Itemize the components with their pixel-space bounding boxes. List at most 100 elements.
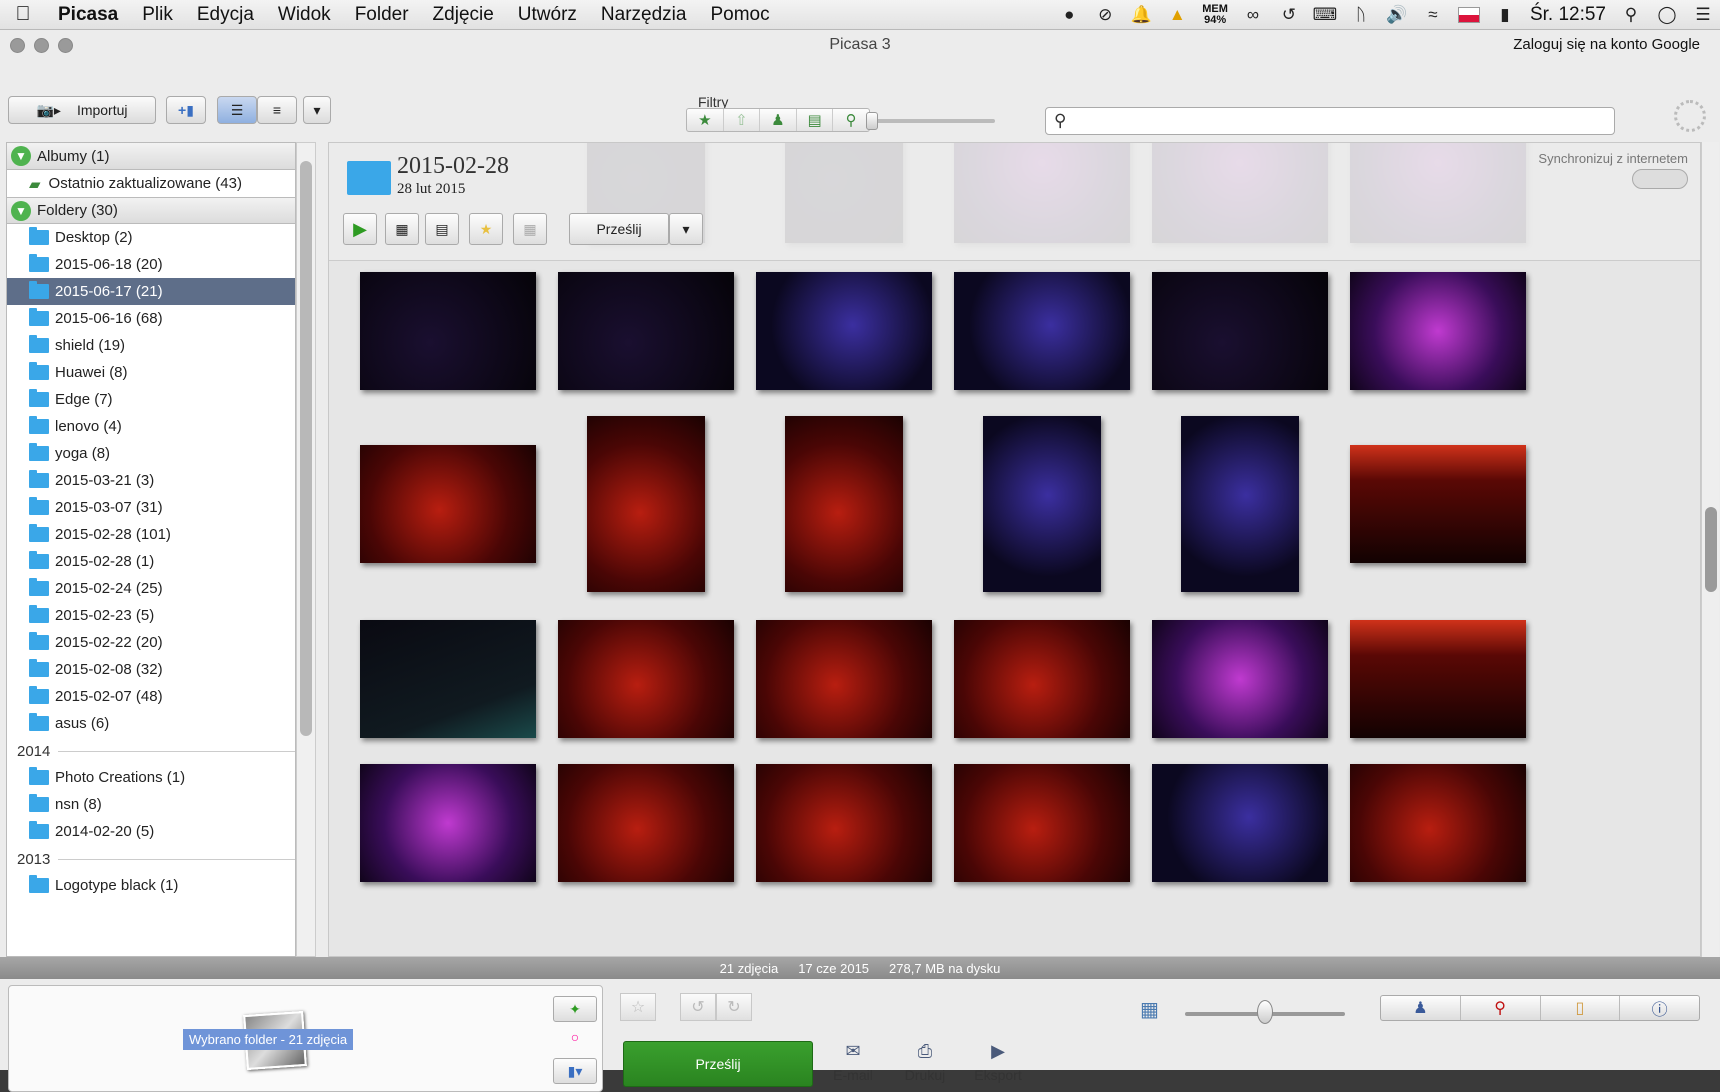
minimize-window-button[interactable]	[34, 38, 49, 53]
photo-thumbnail[interactable]	[954, 620, 1130, 738]
import-button[interactable]: 📷▸ Importuj	[8, 96, 156, 124]
folder-item[interactable]: Logotype black (1)	[7, 872, 295, 899]
email-button[interactable]: ✉ E-mail	[823, 1041, 883, 1089]
photo-thumbnail[interactable]	[1152, 272, 1328, 390]
volume-icon[interactable]: 🔊	[1386, 5, 1408, 25]
collapse-albums-icon[interactable]: ▼	[11, 146, 31, 166]
thumbnail-size-knob[interactable]	[1257, 1000, 1273, 1024]
folder-item[interactable]: 2015-02-24 (25)	[7, 575, 295, 602]
folder-item[interactable]: 2015-02-08 (32)	[7, 656, 295, 683]
folder-item[interactable]: 2015-03-07 (31)	[7, 494, 295, 521]
photo-thumbnail[interactable]	[558, 620, 734, 738]
record-icon[interactable]: ●	[1058, 5, 1080, 25]
menu-pomoc[interactable]: Pomoc	[698, 4, 781, 26]
input-language-flag-icon[interactable]	[1457, 7, 1480, 23]
creative-cloud-icon[interactable]: ∞	[1242, 5, 1264, 25]
folder-item[interactable]: 2015-02-07 (48)	[7, 683, 295, 710]
memory-indicator[interactable]: MEM 94%	[1202, 4, 1228, 26]
photo-thumbnail[interactable]	[954, 764, 1130, 882]
photo-grid-scroll-thumb[interactable]	[1705, 507, 1717, 592]
photo-thumbnail[interactable]	[360, 272, 536, 390]
notification-bell-icon[interactable]: 🔔	[1130, 5, 1152, 25]
date-filter-slider[interactable]	[870, 119, 995, 123]
menu-picasa[interactable]: Picasa	[46, 4, 130, 26]
clock[interactable]: Śr. 12:57	[1530, 4, 1606, 26]
photo-thumbnail[interactable]	[1152, 764, 1328, 882]
menu-zdjecie[interactable]: Zdjęcie	[421, 4, 506, 26]
google-login-link[interactable]: Zaloguj się na konto Google	[1513, 36, 1700, 53]
notification-center-icon[interactable]: ☰	[1692, 5, 1714, 25]
folder-item[interactable]: lenovo (4)	[7, 413, 295, 440]
movie-button[interactable]: ▤	[425, 213, 459, 245]
filter-starred-icon[interactable]: ★	[687, 109, 724, 131]
folder-item[interactable]: 2015-06-16 (68)	[7, 305, 295, 332]
folder-item[interactable]: nsn (8)	[7, 791, 295, 818]
export-button[interactable]: ▶ Eksport	[968, 1041, 1028, 1089]
clear-selection-button[interactable]: ○	[553, 1024, 597, 1050]
photo-thumbnail[interactable]	[785, 416, 903, 592]
folder-share-button[interactable]: Prześlij	[569, 213, 669, 245]
star-button[interactable]: ☆	[620, 993, 656, 1021]
close-window-button[interactable]	[10, 38, 25, 53]
time-machine-icon[interactable]: ↺	[1278, 5, 1300, 25]
folders-header[interactable]: ▼ Foldery (30)	[7, 197, 295, 224]
info-icon[interactable]: ⓘ	[1620, 996, 1699, 1020]
filter-people-icon[interactable]: ♟	[760, 109, 797, 131]
collapse-folders-icon[interactable]: ▼	[11, 200, 31, 221]
photo-thumbnail[interactable]	[1181, 416, 1299, 592]
photo-thumbnail[interactable]	[1152, 620, 1328, 738]
menu-utworz[interactable]: Utwórz	[506, 4, 589, 26]
folder-item[interactable]: 2015-02-23 (5)	[7, 602, 295, 629]
photo-thumbnail[interactable]	[558, 764, 734, 882]
sync-toggle[interactable]	[1632, 169, 1688, 189]
photo-grid-scrollbar[interactable]	[1701, 142, 1719, 957]
sidebar-scroll-thumb[interactable]	[300, 161, 312, 736]
folder-item[interactable]: 2015-02-28 (1)	[7, 548, 295, 575]
warning-icon[interactable]: ▲	[1166, 5, 1188, 25]
menu-narzedzia[interactable]: Narzędzia	[589, 4, 699, 26]
collage-button[interactable]: ▦	[385, 213, 419, 245]
folder-item[interactable]: Photo Creations (1)	[7, 764, 295, 791]
people-icon[interactable]: ♟	[1381, 996, 1461, 1020]
photo-thumbnail[interactable]	[360, 445, 536, 563]
filter-video-icon[interactable]: ▤	[797, 109, 834, 131]
view-options-dropdown[interactable]: ▾	[303, 96, 331, 124]
folder-item[interactable]: 2015-02-22 (20)	[7, 629, 295, 656]
slideshow-play-button[interactable]: ▶	[343, 213, 377, 245]
filter-geotag-icon[interactable]: ⚲	[833, 109, 869, 131]
keyboard-icon[interactable]: ⌨	[1313, 5, 1338, 25]
photo-thumbnail[interactable]	[1350, 620, 1526, 738]
view-tree-button[interactable]: ≡	[257, 96, 297, 124]
photo-thumbnail[interactable]	[983, 416, 1101, 592]
folder-item[interactable]: shield (19)	[7, 332, 295, 359]
print-button[interactable]: ⎙ Drukuj	[895, 1041, 955, 1089]
photo-thumbnail[interactable]	[360, 764, 536, 882]
zoom-window-button[interactable]	[58, 38, 73, 53]
hold-pin-button[interactable]: ✦	[553, 996, 597, 1022]
folder-title[interactable]: 2015-02-28	[397, 153, 509, 180]
photo-thumbnail[interactable]	[1350, 764, 1526, 882]
folder-item[interactable]: 2015-06-17 (21)	[7, 278, 295, 305]
menu-widok[interactable]: Widok	[266, 4, 343, 26]
wifi-icon[interactable]: ≈	[1422, 5, 1444, 25]
bluetooth-icon[interactable]: ᚢ	[1350, 5, 1372, 25]
photo-thumbnail[interactable]	[756, 272, 932, 390]
folder-item[interactable]: yoga (8)	[7, 440, 295, 467]
user-icon[interactable]: ◯	[1656, 5, 1678, 25]
view-list-button[interactable]: ☰	[217, 96, 257, 124]
sidebar-scrollbar[interactable]	[296, 142, 316, 957]
folder-item[interactable]: 2015-06-18 (20)	[7, 251, 295, 278]
rotate-left-button[interactable]: ↺	[680, 993, 716, 1021]
rotate-right-button[interactable]: ↻	[716, 993, 752, 1021]
photo-thumbnail[interactable]	[587, 416, 705, 592]
tags-icon[interactable]: ▯	[1541, 996, 1621, 1020]
folder-item[interactable]: Huawei (8)	[7, 359, 295, 386]
folder-item[interactable]: Desktop (2)	[7, 224, 295, 251]
do-not-disturb-icon[interactable]: ⊘	[1094, 5, 1116, 25]
albums-header[interactable]: ▼ Albumy (1)	[7, 143, 295, 170]
menu-edycja[interactable]: Edycja	[185, 4, 266, 26]
photo-thumbnail[interactable]	[954, 272, 1130, 390]
photo-thumbnail[interactable]	[1350, 445, 1526, 563]
photo-thumbnail[interactable]	[360, 620, 536, 738]
menu-plik[interactable]: Plik	[130, 4, 185, 26]
